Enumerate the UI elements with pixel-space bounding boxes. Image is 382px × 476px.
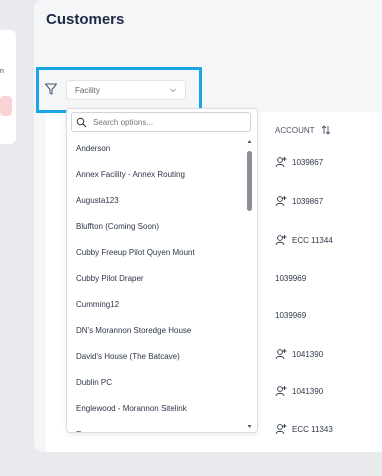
option-item[interactable]: Anderson — [67, 135, 245, 161]
table-row[interactable]: 1041390 — [275, 348, 323, 360]
facility-select[interactable]: Facility — [66, 80, 186, 100]
account-cell: 1039867 — [292, 196, 324, 206]
options-list: Anderson Annex Facility - Annex Routing … — [67, 135, 245, 433]
table-row[interactable]: 1039969 — [275, 311, 306, 320]
table-row[interactable]: 1039969 — [275, 274, 306, 283]
account-column-header[interactable]: ACCOUNT — [275, 125, 331, 135]
left-panel-badge[interactable] — [0, 96, 12, 116]
account-cell: 1041390 — [292, 386, 324, 396]
chevron-down-icon — [170, 88, 176, 93]
option-item[interactable]: Annex Facility - Annex Routing — [67, 161, 245, 187]
column-header-label: ACCOUNT — [275, 125, 315, 135]
add-user-icon[interactable] — [275, 234, 287, 246]
facility-select-value: Facility — [75, 85, 100, 95]
table-row[interactable]: 1041390 — [275, 385, 323, 397]
scroll-down-arrow-icon[interactable] — [247, 424, 252, 429]
table-row[interactable]: 1039867 — [275, 156, 323, 168]
add-user-icon[interactable] — [275, 385, 287, 397]
filter-icon[interactable] — [44, 82, 58, 96]
scrollbar-thumb[interactable] — [247, 151, 252, 211]
account-cell: 1041390 — [292, 349, 324, 359]
option-item[interactable]: Bluffton (Coming Soon) — [67, 213, 245, 239]
account-cell: 1039969 — [275, 311, 307, 320]
option-item[interactable]: DN's Morannon Storedge House — [67, 317, 245, 343]
search-input[interactable] — [93, 117, 233, 127]
table-row[interactable]: ECC 11343 — [275, 423, 333, 435]
page-title: Customers — [46, 11, 125, 28]
add-user-icon[interactable] — [275, 423, 287, 435]
account-cell: 1039867 — [292, 157, 324, 167]
search-icon — [76, 117, 87, 127]
option-item[interactable]: Augusta123 — [67, 187, 245, 213]
table-row[interactable]: 1039867 — [275, 195, 323, 207]
sort-icon[interactable] — [321, 125, 331, 135]
option-item[interactable]: Cubby Freeup Pilot Quyen Mount — [67, 239, 245, 265]
option-item[interactable]: David's House (The Batcave) — [67, 343, 245, 369]
account-cell: ECC 11343 — [292, 424, 333, 434]
option-item[interactable]: Dublin PC — [67, 369, 245, 395]
left-side-panel: n — [0, 30, 16, 144]
option-item[interactable]: Cumming12 — [67, 291, 245, 317]
option-item[interactable]: Englewood - Morannon Sitelink — [67, 395, 245, 421]
facility-dropdown: Anderson Annex Facility - Annex Routing … — [66, 108, 258, 433]
table-row[interactable]: ECC 11344 — [275, 234, 333, 246]
option-item[interactable]: Cubby Pilot Draper — [67, 265, 245, 291]
add-user-icon[interactable] — [275, 348, 287, 360]
scroll-up-arrow-icon[interactable] — [247, 139, 252, 144]
add-user-icon[interactable] — [275, 195, 287, 207]
account-cell: ECC 11344 — [292, 235, 333, 245]
add-user-icon[interactable] — [275, 156, 287, 168]
account-cell: 1039969 — [275, 274, 307, 283]
option-item[interactable]: Eunon — [67, 421, 245, 433]
left-panel-text: n — [0, 68, 4, 75]
dropdown-search[interactable] — [71, 112, 251, 132]
